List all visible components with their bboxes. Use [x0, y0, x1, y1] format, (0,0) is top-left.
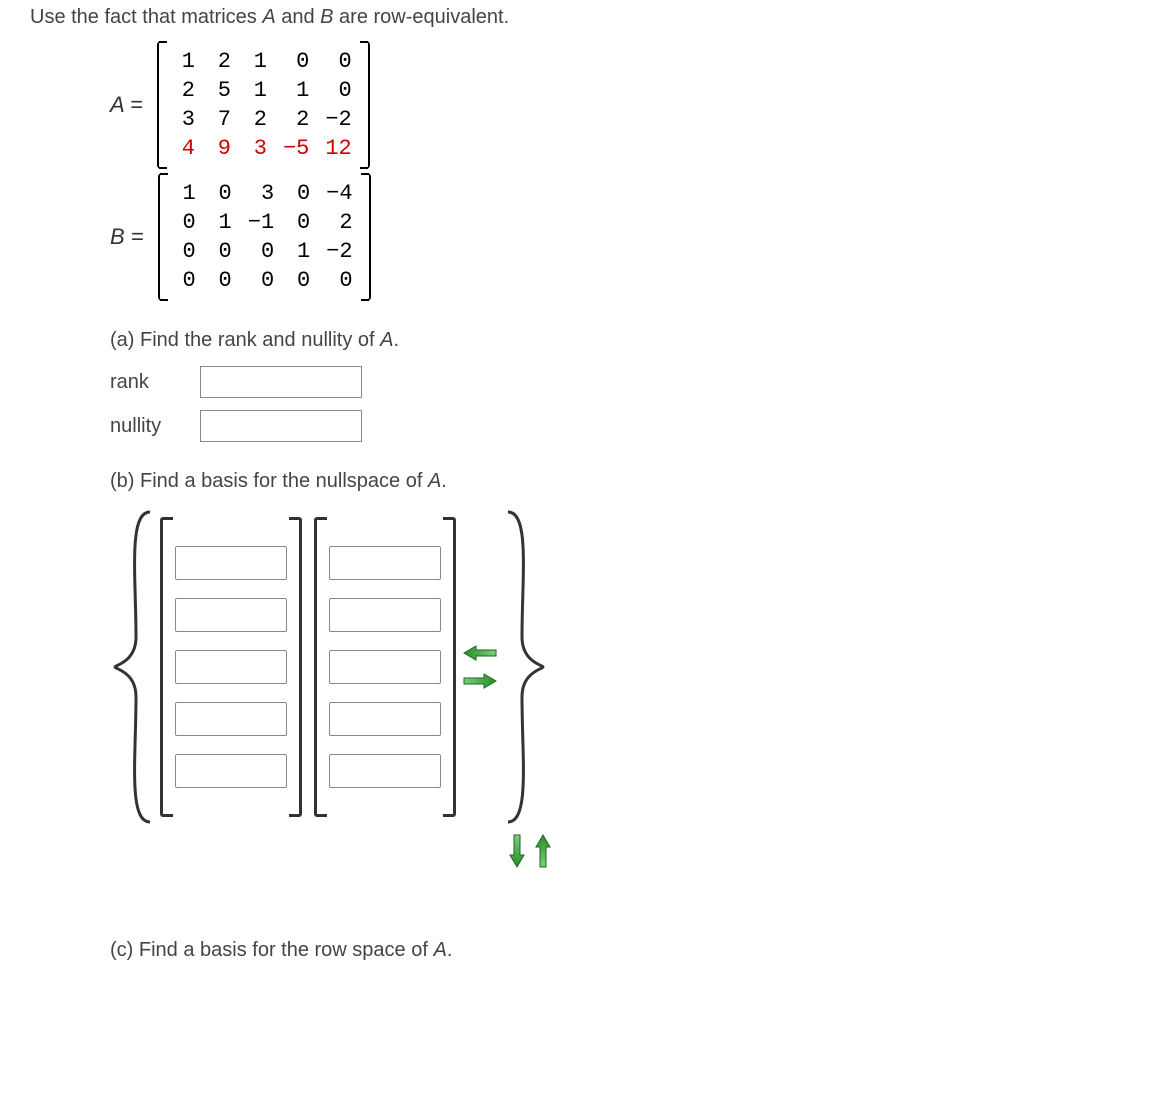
- matrix-cell: 2: [203, 47, 239, 76]
- matrix-cell: 0: [282, 266, 318, 295]
- matrix-cell: 0: [282, 179, 318, 208]
- matrix-cell: 0: [240, 237, 282, 266]
- matrix-cell: 0: [282, 208, 318, 237]
- matrix-cell: 0: [168, 237, 204, 266]
- matrix-cell: 1: [167, 47, 203, 76]
- matrix-row: 493−512: [167, 134, 360, 163]
- matrix-row: 12100: [167, 47, 360, 76]
- matrix-cell: 0: [204, 179, 240, 208]
- matrix-cell: 0: [275, 47, 317, 76]
- part-c-prompt: (c) Find a basis for the row space of A.: [110, 939, 810, 962]
- rank-label: rank: [110, 371, 200, 394]
- matrix-cell: −4: [318, 179, 360, 208]
- matrix-a: 12100251103722−2493−512: [157, 41, 370, 169]
- matrix-cell: 0: [168, 266, 204, 295]
- matrix-cell: 3: [240, 179, 282, 208]
- matrix-cell: 3: [239, 134, 275, 163]
- vector-entry-input[interactable]: [329, 546, 441, 580]
- matrix-cell: 4: [167, 134, 203, 163]
- matrix-cell: 1: [239, 76, 275, 105]
- row-arrows[interactable]: [250, 833, 810, 869]
- matrix-row: 0001−2: [168, 237, 361, 266]
- arrow-left-icon[interactable]: [462, 643, 498, 663]
- matrix-cell: 1: [204, 208, 240, 237]
- basis-vector: [160, 517, 302, 817]
- matrix-cell: 2: [275, 105, 317, 134]
- nullity-input[interactable]: [200, 410, 362, 442]
- vector-entry-input[interactable]: [329, 702, 441, 736]
- part-a-prompt: (a) Find the rank and nullity of A.: [110, 329, 810, 352]
- matrix-cell: 2: [239, 105, 275, 134]
- matrix-cell: 3: [167, 105, 203, 134]
- vector-entry-input[interactable]: [175, 650, 287, 684]
- matrix-cell: 1: [275, 76, 317, 105]
- matrix-row: 25110: [167, 76, 360, 105]
- matrix-b: 1030−401−1020001−200000: [158, 173, 371, 301]
- vector-entry-input[interactable]: [175, 598, 287, 632]
- matrix-b-display: B = 1030−401−1020001−200000: [110, 173, 1146, 301]
- matrix-cell: 2: [167, 76, 203, 105]
- matrix-cell: −2: [318, 237, 360, 266]
- vector-entry-input[interactable]: [175, 754, 287, 788]
- vector-entry-input[interactable]: [175, 546, 287, 580]
- matrix-cell: 12: [317, 134, 359, 163]
- matrix-cell: 0: [204, 237, 240, 266]
- vector-entry-input[interactable]: [175, 702, 287, 736]
- matrix-cell: 0: [318, 266, 360, 295]
- matrix-cell: 9: [203, 134, 239, 163]
- vector-entry-input[interactable]: [329, 598, 441, 632]
- matrix-cell: 2: [318, 208, 360, 237]
- matrix-row: 00000: [168, 266, 361, 295]
- matrix-cell: 5: [203, 76, 239, 105]
- matrix-cell: 1: [239, 47, 275, 76]
- rank-input[interactable]: [200, 366, 362, 398]
- arrow-up-icon[interactable]: [533, 833, 553, 869]
- left-brace-icon: [110, 507, 160, 827]
- matrix-cell: 0: [168, 208, 204, 237]
- part-a: (a) Find the rank and nullity of A. rank…: [110, 329, 810, 442]
- matrix-cell: 7: [203, 105, 239, 134]
- matrix-a-label: A =: [110, 92, 149, 118]
- matrix-cell: 1: [282, 237, 318, 266]
- matrix-cell: 0: [317, 47, 359, 76]
- matrix-row: 3722−2: [167, 105, 360, 134]
- intro-text: Use the fact that matrices A and B are r…: [30, 6, 1146, 29]
- matrix-cell: −5: [275, 134, 317, 163]
- matrix-cell: −2: [317, 105, 359, 134]
- matrix-cell: 0: [204, 266, 240, 295]
- vector-entry-input[interactable]: [329, 754, 441, 788]
- matrix-cell: 0: [317, 76, 359, 105]
- basis-vector: [314, 517, 456, 817]
- part-b: (b) Find a basis for the nullspace of A.: [110, 470, 810, 869]
- part-c: (c) Find a basis for the row space of A.: [110, 939, 810, 962]
- matrix-row: 1030−4: [168, 179, 361, 208]
- arrow-down-icon[interactable]: [507, 833, 527, 869]
- matrix-row: 01−102: [168, 208, 361, 237]
- column-arrows[interactable]: [462, 507, 498, 827]
- vector-entry-input[interactable]: [329, 650, 441, 684]
- nullity-label: nullity: [110, 415, 200, 438]
- matrix-b-label: B =: [110, 224, 150, 250]
- arrow-right-icon[interactable]: [462, 671, 498, 691]
- part-b-prompt: (b) Find a basis for the nullspace of A.: [110, 470, 810, 493]
- right-brace-icon: [498, 507, 548, 827]
- matrix-cell: 0: [240, 266, 282, 295]
- matrix-cell: 1: [168, 179, 204, 208]
- matrix-cell: −1: [240, 208, 282, 237]
- matrix-a-display: A = 12100251103722−2493−512: [110, 41, 1146, 169]
